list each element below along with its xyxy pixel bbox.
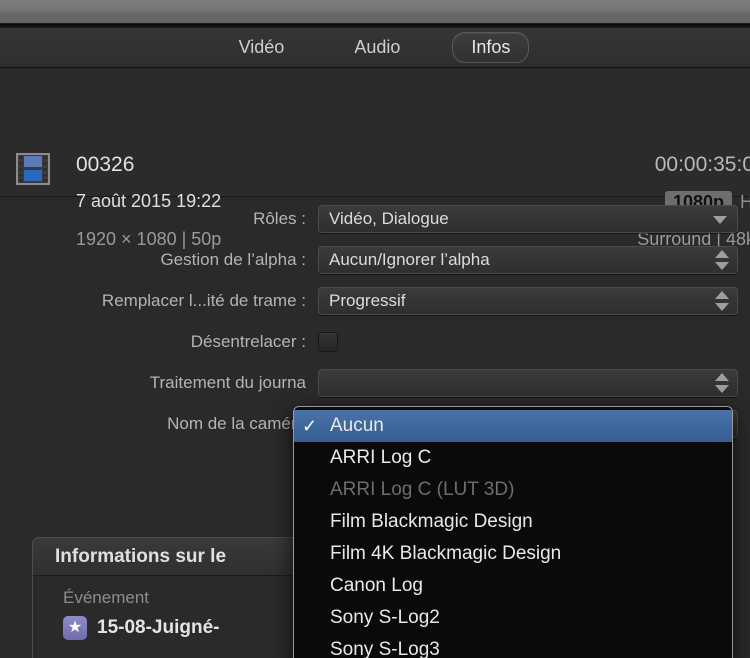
field-dominance-popup[interactable]: Progressif (318, 286, 738, 315)
label-deinterlace: Désentrelacer : (190, 331, 306, 351)
menu-item-arri-log-c[interactable]: ARRI Log C (294, 442, 732, 474)
log-processing-popup[interactable] (318, 368, 738, 397)
inspector-window: Vidéo Audio Infos 00326 7 août 2015 19:2… (0, 0, 750, 658)
menu-item-label: Aucun (330, 415, 384, 436)
menu-item-label: Film Blackmagic Design (330, 511, 533, 532)
menu-item-film-4k-blackmagic-design[interactable]: Film 4K Blackmagic Design (294, 538, 732, 570)
clip-title: 00326 (76, 153, 135, 176)
clip-header: 00326 7 août 2015 19:22 1920 × 1080 | 50… (0, 69, 750, 249)
menu-item-label: Sony S-Log3 (330, 639, 440, 658)
tab-video[interactable]: Vidéo (221, 33, 303, 63)
alpha-value: Aucun/Ignorer l’alpha (329, 249, 490, 269)
menu-item-sony-s-log2[interactable]: Sony S-Log2 (294, 602, 732, 634)
stepper-icon[interactable] (715, 249, 729, 272)
menu-item-label: Canon Log (330, 575, 423, 596)
deinterlace-checkbox[interactable] (318, 331, 338, 352)
menu-item-label: ARRI Log C (330, 447, 432, 468)
menu-item-label: Sony S-Log2 (330, 607, 440, 628)
row-log-processing: Traitement du journa (0, 362, 750, 403)
label-camera-name: Nom de la caméra (167, 413, 306, 433)
inspector-tabstrip: Vidéo Audio Infos (0, 28, 750, 68)
row-field-dominance: Remplacer l...ité de trame : Progressif (0, 280, 750, 321)
event-name: 15-08-Juigné- (97, 617, 220, 638)
menu-item-label: ARRI Log C (LUT 3D) (330, 479, 515, 500)
menu-item-aucun[interactable]: ✓ Aucun (294, 410, 732, 442)
star-icon: ★ (63, 616, 87, 640)
menu-item-label: Film 4K Blackmagic Design (330, 543, 562, 564)
log-processing-menu[interactable]: ✓ Aucun ARRI Log C ARRI Log C (LUT 3D) F… (293, 406, 733, 658)
tab-audio[interactable]: Audio (336, 33, 418, 63)
field-dominance-value: Progressif (329, 290, 406, 310)
row-roles: Rôles : Vidéo, Dialogue (0, 198, 750, 239)
label-roles: Rôles : (253, 208, 306, 228)
menu-item-arri-log-c-lut-3d: ARRI Log C (LUT 3D) (294, 474, 732, 506)
menu-item-sony-s-log3[interactable]: Sony S-Log3 (294, 634, 732, 658)
roles-popup[interactable]: Vidéo, Dialogue (318, 204, 738, 233)
roles-value: Vidéo, Dialogue (329, 208, 449, 228)
tab-infos[interactable]: Infos (452, 31, 530, 64)
label-field-dominance: Remplacer l...ité de trame : (101, 290, 306, 310)
chevron-down-icon (713, 215, 727, 224)
menu-item-film-blackmagic-design[interactable]: Film Blackmagic Design (294, 506, 732, 538)
row-alpha: Gestion de l’alpha : Aucun/Ignorer l’alp… (0, 239, 750, 280)
filmstrip-icon (16, 153, 50, 185)
window-toolbar (0, 0, 750, 24)
alpha-popup[interactable]: Aucun/Ignorer l’alpha (318, 245, 738, 274)
clip-timecode: 00:00:35:0 (654, 153, 750, 176)
menu-item-canon-log[interactable]: Canon Log (294, 570, 732, 602)
stepper-icon[interactable] (715, 290, 729, 313)
row-deinterlace: Désentrelacer : (0, 321, 750, 362)
label-alpha: Gestion de l’alpha : (160, 249, 306, 269)
label-log-processing: Traitement du journa (149, 372, 306, 392)
stepper-icon[interactable] (715, 372, 729, 395)
check-icon: ✓ (302, 415, 318, 436)
